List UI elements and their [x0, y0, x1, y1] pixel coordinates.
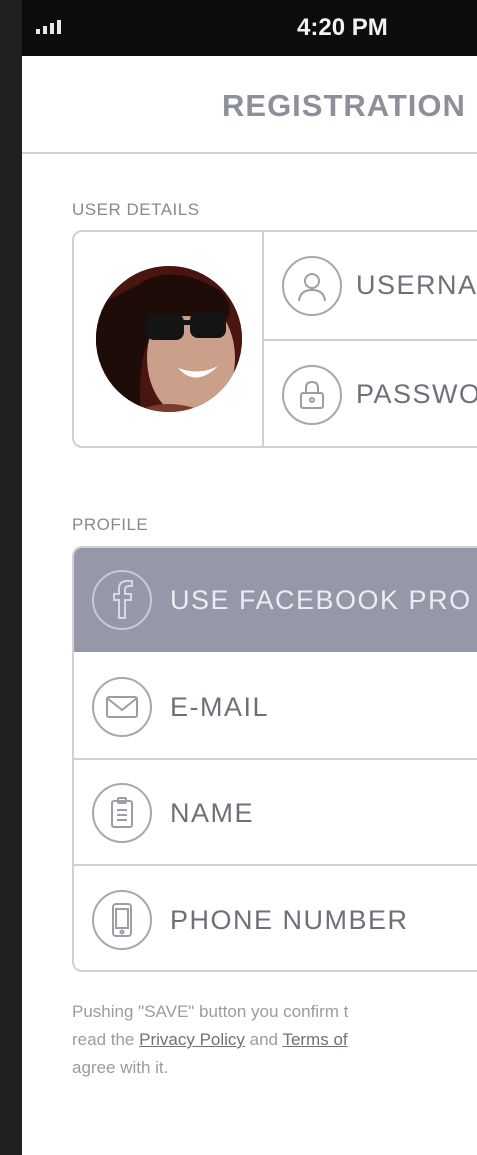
terms-line-2: read the Privacy Policy and Terms of: [72, 1026, 477, 1054]
profile-label: PROFILE: [72, 515, 149, 534]
avatar[interactable]: [96, 266, 242, 412]
user-icon: [282, 255, 342, 316]
password-input[interactable]: PASSWO: [356, 379, 477, 410]
username-input[interactable]: USERNA: [356, 270, 477, 301]
terms-link[interactable]: Terms of: [282, 1030, 347, 1049]
email-field[interactable]: E-MAIL: [74, 656, 477, 760]
phone-field[interactable]: PHONE NUMBER: [74, 868, 477, 970]
password-field[interactable]: PASSWO: [264, 341, 477, 448]
email-input[interactable]: E-MAIL: [170, 692, 269, 723]
terms-line-2-prefix: read the: [72, 1030, 140, 1049]
device-frame-edge: [0, 0, 22, 1155]
name-field[interactable]: NAME: [74, 762, 477, 866]
user-details-label: USER DETAILS: [72, 200, 200, 219]
facebook-icon: [92, 570, 152, 630]
status-bar: 4:20 PM: [22, 0, 477, 56]
registration-screen: REGISTRATION USER DETAILS USERNA PASSWO …: [22, 56, 477, 1155]
facebook-profile-button[interactable]: USE FACEBOOK PRO: [74, 548, 477, 652]
signal-icon: [36, 20, 61, 34]
phone-input[interactable]: PHONE NUMBER: [170, 905, 409, 936]
privacy-policy-link[interactable]: Privacy Policy: [139, 1030, 245, 1049]
nav-bar: REGISTRATION: [22, 56, 477, 154]
status-time: 4:20 PM: [297, 14, 388, 41]
username-field[interactable]: USERNA: [264, 232, 477, 341]
avatar-cell[interactable]: [74, 232, 264, 446]
terms-line-2-mid: and: [244, 1030, 283, 1049]
profile-card: USE FACEBOOK PRO E-MAIL NAME PHONE NUMBE…: [72, 546, 477, 972]
clipboard-icon: [92, 783, 152, 843]
phone-icon: [92, 890, 152, 950]
terms-notice: Pushing "SAVE" button you confirm t read…: [72, 998, 477, 1082]
page-title: REGISTRATION: [222, 88, 466, 123]
terms-line-3: agree with it.: [72, 1058, 169, 1077]
name-input[interactable]: NAME: [170, 798, 254, 829]
user-details-card: USERNA PASSWO: [72, 230, 477, 448]
terms-line-1: Pushing "SAVE" button you confirm t: [72, 1002, 349, 1021]
envelope-icon: [92, 677, 152, 737]
facebook-profile-label[interactable]: USE FACEBOOK PRO: [170, 585, 472, 616]
lock-icon: [282, 364, 342, 425]
